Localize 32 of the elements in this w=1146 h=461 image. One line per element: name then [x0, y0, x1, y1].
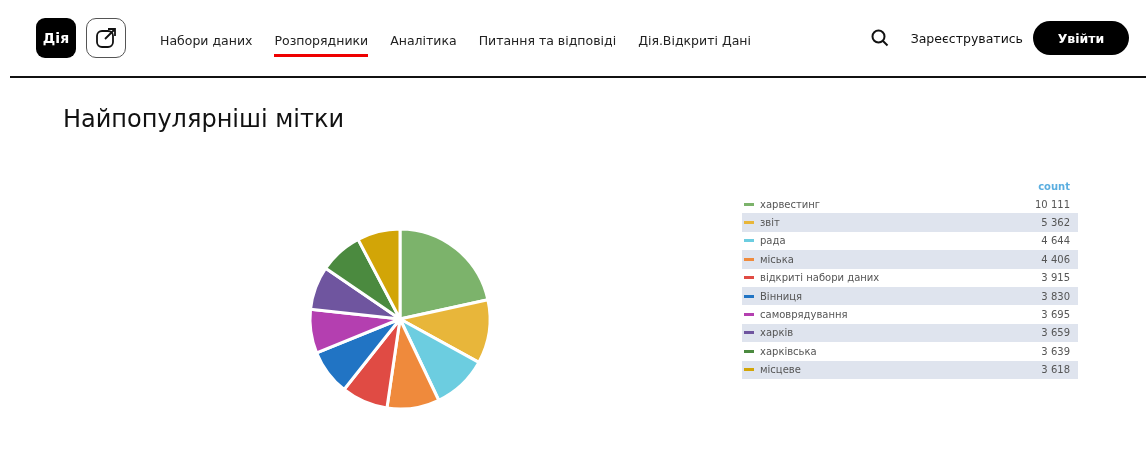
nav-link[interactable]: Дія.Відкриті Дані — [638, 19, 751, 57]
count-value: 5 362 — [1041, 217, 1070, 229]
count-value: 4 644 — [1041, 235, 1070, 247]
count-value: 3 830 — [1041, 290, 1070, 302]
search-icon[interactable] — [870, 29, 889, 47]
nav-link[interactable]: Набори даних — [160, 19, 253, 57]
legend-label: відкриті набори даних — [760, 272, 881, 284]
count-value: 3 618 — [1041, 364, 1070, 376]
nav-link[interactable]: Аналітика — [390, 19, 457, 57]
count-value: 10 111 — [1035, 198, 1070, 210]
nav-link[interactable]: Розпорядники — [274, 19, 369, 57]
legend-label: міська — [760, 253, 795, 265]
legend-label: звіт — [760, 217, 781, 229]
legend-label: харківська — [760, 345, 818, 357]
legend-label: харків — [760, 327, 795, 339]
legend-label: рада — [760, 235, 787, 247]
legend-label: самоврядування — [760, 309, 849, 321]
count-value: 3 639 — [1041, 345, 1070, 357]
register-link[interactable]: Зареєструватись — [910, 30, 1023, 46]
legend-label: харвестинг — [760, 198, 822, 210]
nav-link[interactable]: Питання та відповіді — [478, 19, 617, 57]
page-title: Найпопулярніші мітки — [63, 105, 346, 133]
column-header: count — [1037, 180, 1071, 194]
count-value: 3 915 — [1041, 272, 1070, 284]
count-value: 4 406 — [1041, 253, 1070, 265]
share-icon[interactable] — [86, 18, 126, 58]
legend-label: місцеве — [760, 364, 802, 376]
legend-label: Вінниця — [760, 290, 804, 302]
count-value: 3 695 — [1041, 309, 1070, 321]
count-value: 3 659 — [1041, 327, 1070, 339]
login-button[interactable]: Увійти — [1033, 21, 1129, 55]
logo[interactable]: Дія — [36, 18, 76, 58]
